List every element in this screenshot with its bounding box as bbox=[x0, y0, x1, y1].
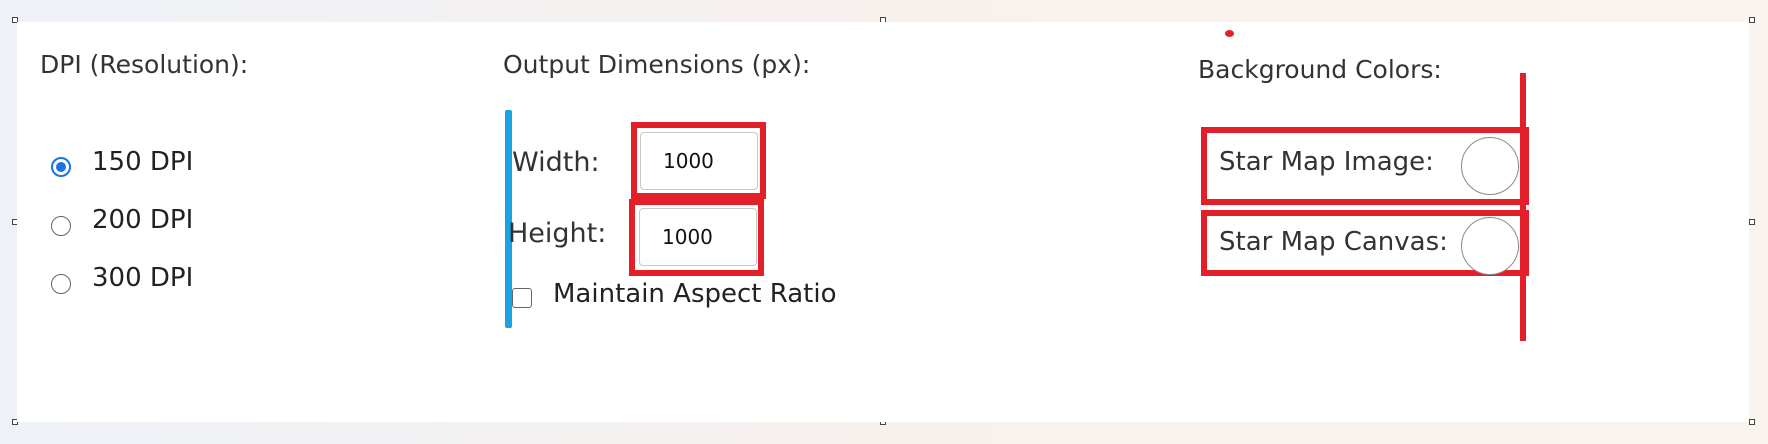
resize-handle-top-right[interactable] bbox=[1749, 17, 1755, 23]
star-map-canvas-color-picker[interactable] bbox=[1461, 217, 1519, 275]
background-red-line bbox=[1520, 73, 1526, 341]
background-heading: Background Colors: bbox=[1198, 55, 1442, 84]
maintain-aspect-checkbox[interactable] bbox=[512, 288, 532, 308]
dimensions-heading: Output Dimensions (px): bbox=[503, 50, 811, 79]
height-label: Height: bbox=[508, 218, 607, 249]
radio-300-dpi[interactable] bbox=[51, 274, 71, 294]
resize-handle-bottom-right[interactable] bbox=[1749, 419, 1755, 425]
width-input[interactable] bbox=[640, 132, 758, 190]
radio-200-dpi-label[interactable]: 200 DPI bbox=[92, 205, 193, 235]
dpi-heading: DPI (Resolution): bbox=[40, 50, 249, 79]
resize-handle-middle-right[interactable] bbox=[1749, 219, 1755, 225]
radio-150-dpi-label[interactable]: 150 DPI bbox=[92, 147, 193, 177]
width-label: Width: bbox=[512, 147, 600, 178]
height-input[interactable] bbox=[639, 208, 757, 266]
star-map-canvas-label: Star Map Canvas: bbox=[1219, 227, 1448, 257]
radio-300-dpi-label[interactable]: 300 DPI bbox=[92, 263, 193, 293]
star-map-image-color-picker[interactable] bbox=[1461, 137, 1519, 195]
radio-150-dpi[interactable] bbox=[51, 157, 71, 177]
red-marker-dot bbox=[1225, 30, 1234, 37]
radio-200-dpi[interactable] bbox=[51, 216, 71, 236]
star-map-image-label: Star Map Image: bbox=[1219, 147, 1434, 177]
maintain-aspect-label[interactable]: Maintain Aspect Ratio bbox=[553, 279, 837, 309]
